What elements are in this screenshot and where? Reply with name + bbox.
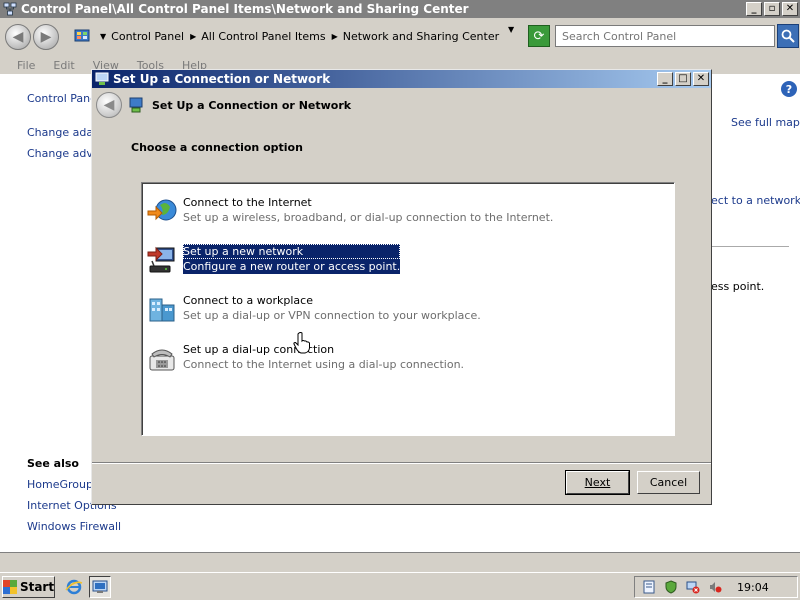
windows-logo-icon [2,579,17,594]
homegroup-link[interactable]: HomeGroup [27,478,93,491]
breadcrumb-root[interactable]: ▼ [94,32,111,41]
see-full-map-link[interactable]: See full map [731,116,800,129]
dialog-minimize-button[interactable]: _ [657,72,673,86]
chevron-right-icon[interactable]: ▶ [332,32,338,41]
hand-cursor-icon [293,332,310,354]
setup-connection-dialog: Set Up a Connection or Network _ □ ✕ ◀ S… [91,69,712,505]
minimize-button[interactable]: _ [746,2,762,16]
network-status-tray-icon[interactable] [685,579,701,595]
restore-icon: ▫ [768,3,776,14]
internet-explorer-icon [65,579,83,594]
main-window-titlebar[interactable]: Control Panel\All Control Panel Items\Ne… [0,0,800,18]
status-bar [0,552,800,572]
globe-icon [147,199,177,221]
main-window-title: Control Panel\All Control Panel Items\Ne… [21,2,469,16]
connection-option-list: Connect to the Internet Set up a wireles… [141,182,675,436]
quick-launch [63,575,111,598]
search-button[interactable] [777,24,799,48]
dialog-maximize-button[interactable]: □ [675,72,691,86]
menu-edit[interactable]: Edit [53,59,74,72]
network-setup-icon [129,97,143,113]
network-icon [3,2,17,16]
breadcrumb-all-items[interactable]: All Control Panel Items ▶ [201,30,343,43]
telephone-icon [149,349,175,371]
dialog-close-button[interactable]: ✕ [693,72,709,86]
minimize-icon: _ [662,73,668,84]
see-also-heading: See also [27,457,79,470]
control-panel-icon [74,29,90,42]
network-window-icon [92,580,108,593]
option-title: Connect to the Internet [183,196,312,209]
chevron-down-icon[interactable]: ▼ [100,32,106,41]
breadcrumb-label: Network and Sharing Center [342,29,500,43]
taskbar: Start 19:04 [0,572,800,600]
breadcrumb-network-center[interactable]: Network and Sharing Center [343,30,499,43]
back-button[interactable]: ◀ [5,24,31,50]
chevron-down-icon[interactable]: ▶ [190,32,196,41]
network-task-button[interactable] [89,575,111,598]
document-tray-icon[interactable] [641,579,657,595]
breadcrumb-control-panel[interactable]: Control Panel ▶ [111,30,201,43]
dialog-title: Set Up a Connection or Network [113,72,331,86]
search-input[interactable] [555,25,775,47]
option-description: Configure a new router or access point. [183,259,401,274]
address-dropdown-icon[interactable]: ▼ [508,25,514,34]
forward-arrow-icon: ▶ [40,29,52,45]
option-description: Set up a dial-up or VPN connection to yo… [183,309,481,322]
dialog-divider [92,462,711,464]
router-icon [147,246,175,273]
dialog-header: ◀ Set Up a Connection or Network [92,88,711,122]
option-title: Set up a dial-up connection [183,343,335,356]
option-description: Set up a wireless, broadband, or dial-up… [183,211,554,224]
close-icon: ✕ [785,3,795,14]
forward-button[interactable]: ▶ [33,24,59,50]
option-connect-internet[interactable]: Connect to the Internet Set up a wireles… [146,192,553,232]
search-icon [781,29,795,43]
dialog-titlebar[interactable]: Set Up a Connection or Network _ □ ✕ [92,70,711,88]
option-description: Connect to the Internet using a dial-up … [183,358,465,371]
option-new-network[interactable]: Set up a new network Configure a new rou… [146,241,401,281]
dialog-back-button[interactable]: ◀ [96,92,122,118]
security-tray-icon[interactable] [663,579,679,595]
address-toolbar: ◀ ▶ ▼ Control Panel ▶ All Control Panel I… [0,18,800,56]
refresh-icon: ⟳ [533,28,545,44]
breadcrumb-label: Control Panel [111,29,185,43]
close-button[interactable]: ✕ [782,2,798,16]
option-connect-workplace[interactable]: Connect to a workplace Set up a dial-up … [146,290,481,330]
breadcrumb-label: All Control Panel Items [201,29,326,43]
help-icon[interactable]: ? [781,81,797,97]
maximize-icon: □ [678,73,688,84]
back-arrow-icon: ◀ [103,97,115,113]
cancel-button[interactable]: Cancel [637,471,700,494]
menu-file[interactable]: File [17,59,35,72]
next-button[interactable]: Next [565,470,630,495]
refresh-button[interactable]: ⟳ [528,25,550,47]
address-bar[interactable]: ▼ Control Panel ▶ All Control Panel Items… [72,25,524,47]
access-point-text: ess point. [711,280,765,293]
minimize-icon: _ [751,3,757,14]
start-label: Start [19,579,55,594]
option-title: Connect to a workplace [183,294,313,307]
close-icon: ✕ [696,73,706,84]
back-arrow-icon: ◀ [12,29,24,45]
volume-muted-tray-icon[interactable] [707,579,723,595]
option-title: Set up a new network [183,244,401,259]
clock[interactable]: 19:04 [737,581,769,594]
windows-firewall-link[interactable]: Windows Firewall [27,520,121,533]
internet-explorer-button[interactable] [63,576,85,598]
next-label: Next [584,476,611,489]
workplace-building-icon [149,298,175,322]
network-setup-icon [95,72,109,85]
choose-option-label: Choose a connection option [131,141,303,154]
maximize-button[interactable]: ▫ [764,2,780,16]
start-button[interactable]: Start [2,575,55,598]
cancel-label: Cancel [649,476,688,489]
connect-to-network-link[interactable]: ect to a network [711,194,800,207]
divider [710,246,789,247]
dialog-header-title: Set Up a Connection or Network [152,98,352,112]
system-tray: 19:04 [634,576,798,598]
